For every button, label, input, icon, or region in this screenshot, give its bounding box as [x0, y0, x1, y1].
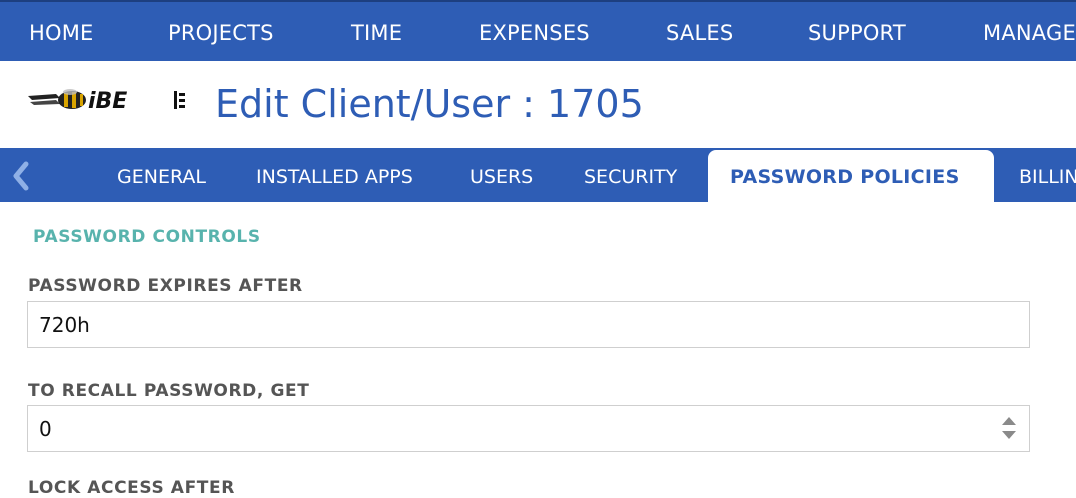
tab-bar: GENERAL INSTALLED APPS USERS SECURITY PA… [0, 148, 1076, 202]
page-title: Edit Client/User : 1705 [215, 82, 644, 126]
chevron-left-icon[interactable] [8, 160, 34, 192]
tab-general[interactable]: GENERAL [117, 166, 206, 188]
field-label-recall-password: TO RECALL PASSWORD, GET [28, 381, 310, 401]
nav-item-sales[interactable]: SALES [666, 20, 733, 46]
password-expires-input[interactable] [27, 301, 1030, 348]
field-label-password-expires: PASSWORD EXPIRES AFTER [28, 276, 303, 296]
top-navigation-bar: HOME PROJECTS TIME EXPENSES SALES SUPPOR… [0, 0, 1076, 61]
nav-item-home[interactable]: HOME [29, 20, 94, 46]
svg-text:iBE: iBE [88, 89, 127, 113]
nav-item-time[interactable]: TIME [351, 20, 402, 46]
nav-item-support[interactable]: SUPPORT [808, 20, 906, 46]
nav-item-manage[interactable]: MANAGE [983, 20, 1076, 46]
tab-billing[interactable]: BILLIN [1019, 166, 1076, 188]
recall-password-input[interactable] [27, 405, 1030, 452]
nav-item-expenses[interactable]: EXPENSES [479, 20, 590, 46]
page-header: iBE Edit Client/User : 1705 [0, 61, 1076, 148]
tab-security[interactable]: SECURITY [584, 166, 677, 188]
tab-installed-apps[interactable]: INSTALLED APPS [256, 166, 413, 188]
recall-password-field [27, 405, 1030, 452]
company-logo: iBE [26, 87, 190, 114]
tab-password-policies[interactable]: PASSWORD POLICIES [708, 150, 994, 202]
section-title-password-controls: PASSWORD CONTROLS [33, 227, 261, 247]
tab-users[interactable]: USERS [470, 166, 533, 188]
number-stepper[interactable] [1000, 413, 1018, 443]
nav-item-projects[interactable]: PROJECTS [168, 20, 274, 46]
field-label-lock-access: LOCK ACCESS AFTER [28, 478, 235, 498]
